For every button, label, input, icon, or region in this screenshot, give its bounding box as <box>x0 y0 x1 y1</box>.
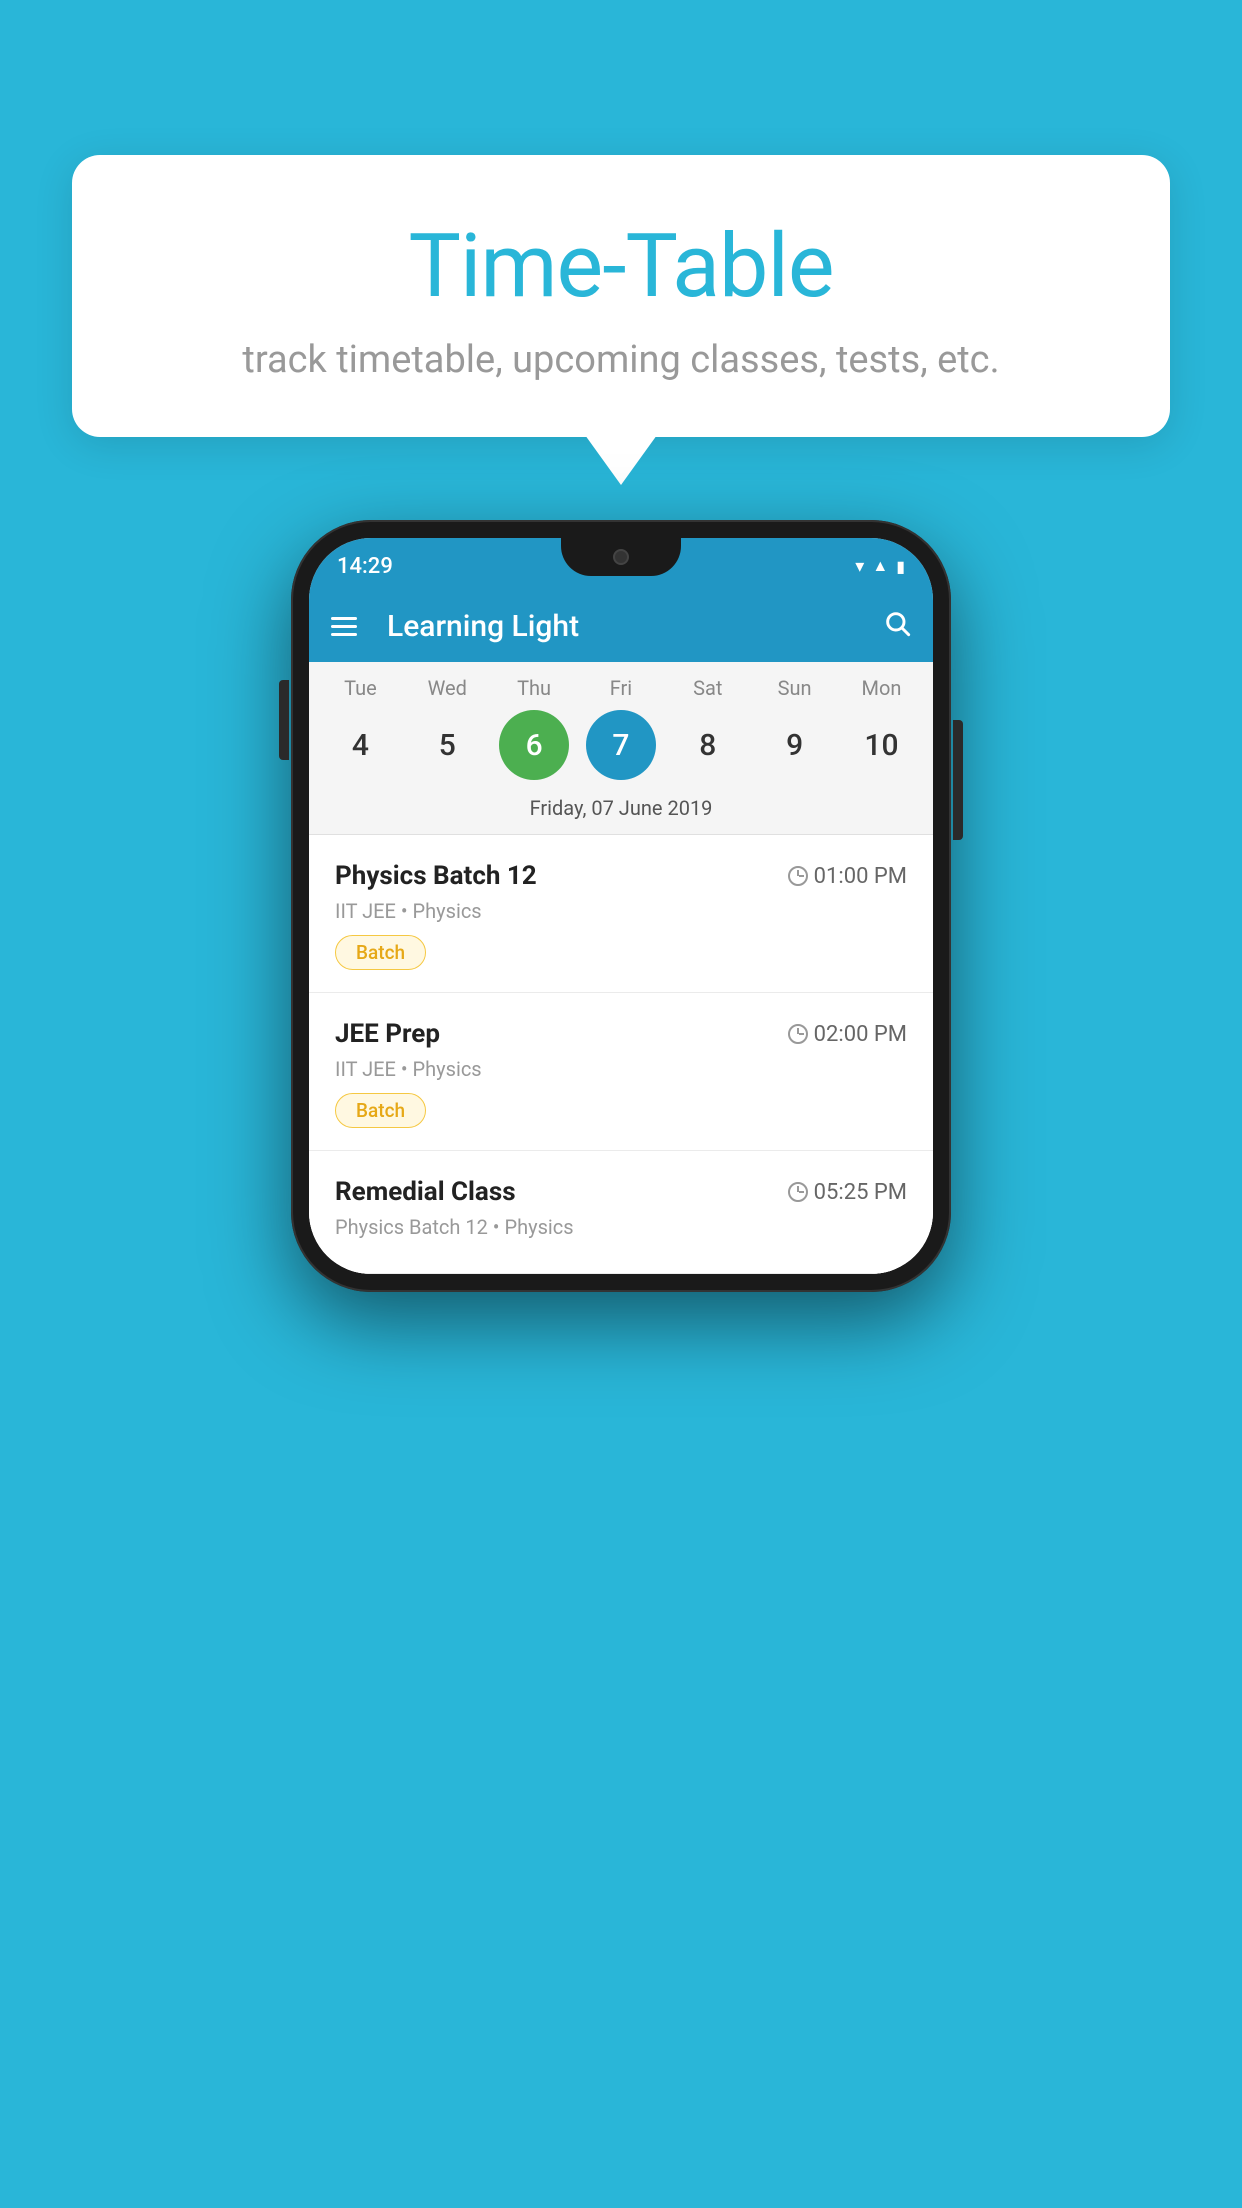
tooltip-card: Time-Table track timetable, upcoming cla… <box>72 155 1170 437</box>
clock-icon-2 <box>788 1024 808 1044</box>
status-time: 14:29 <box>337 554 393 579</box>
class-time-text-2: 02:00 PM <box>814 1022 907 1047</box>
class-name-1: Physics Batch 12 <box>335 861 537 891</box>
class-item-1-header: Physics Batch 12 01:00 PM <box>335 861 907 891</box>
clock-icon-3 <box>788 1182 808 1202</box>
status-icons: ▾ ▲ ▮ <box>855 556 905 577</box>
day-sun: Sun <box>760 676 830 700</box>
phone-screen: 14:29 ▾ ▲ ▮ Learning Light <box>309 538 933 1274</box>
class-list: Physics Batch 12 01:00 PM IIT JEE • Phys… <box>309 835 933 1274</box>
class-time-2: 02:00 PM <box>788 1022 907 1047</box>
day-sat: Sat <box>673 676 743 700</box>
date-6-today[interactable]: 6 <box>499 710 569 780</box>
day-wed: Wed <box>412 676 482 700</box>
class-name-3: Remedial Class <box>335 1177 516 1207</box>
class-name-2: JEE Prep <box>335 1019 440 1049</box>
class-item-1[interactable]: Physics Batch 12 01:00 PM IIT JEE • Phys… <box>309 835 933 993</box>
battery-icon: ▮ <box>896 557 905 576</box>
app-title: Learning Light <box>387 609 883 644</box>
class-item-3-header: Remedial Class 05:25 PM <box>335 1177 907 1207</box>
batch-tag-1: Batch <box>335 935 426 970</box>
calendar-days-header: Tue Wed Thu Fri Sat Sun Mon <box>309 662 933 706</box>
phone-notch <box>561 538 681 576</box>
class-item-2-header: JEE Prep 02:00 PM <box>335 1019 907 1049</box>
class-time-3: 05:25 PM <box>788 1180 907 1205</box>
clock-icon-1 <box>788 866 808 886</box>
signal-icon: ▲ <box>872 556 888 576</box>
class-item-2[interactable]: JEE Prep 02:00 PM IIT JEE • Physics Batc… <box>309 993 933 1151</box>
class-meta-1: IIT JEE • Physics <box>335 899 907 923</box>
class-meta-3: Physics Batch 12 • Physics <box>335 1215 907 1239</box>
calendar-dates: 4 5 6 7 8 9 10 <box>309 706 933 790</box>
day-mon: Mon <box>846 676 916 700</box>
date-9[interactable]: 9 <box>760 710 830 780</box>
calendar-section: Tue Wed Thu Fri Sat Sun Mon 4 5 6 7 8 9 … <box>309 662 933 835</box>
date-4[interactable]: 4 <box>325 710 395 780</box>
search-button[interactable] <box>883 609 911 644</box>
batch-tag-2: Batch <box>335 1093 426 1128</box>
date-8[interactable]: 8 <box>673 710 743 780</box>
date-5[interactable]: 5 <box>412 710 482 780</box>
day-tue: Tue <box>325 676 395 700</box>
class-time-1: 01:00 PM <box>788 864 907 889</box>
class-meta-2: IIT JEE • Physics <box>335 1057 907 1081</box>
selected-date-label: Friday, 07 June 2019 <box>309 790 933 834</box>
day-fri: Fri <box>586 676 656 700</box>
tooltip-subtitle: track timetable, upcoming classes, tests… <box>142 338 1100 382</box>
menu-icon[interactable] <box>331 617 357 636</box>
wifi-icon: ▾ <box>855 556 864 577</box>
tooltip-title: Time-Table <box>142 215 1100 318</box>
class-time-text-3: 05:25 PM <box>814 1180 907 1205</box>
date-7-selected[interactable]: 7 <box>586 710 656 780</box>
date-10[interactable]: 10 <box>846 710 916 780</box>
class-time-text-1: 01:00 PM <box>814 864 907 889</box>
phone-mockup: 14:29 ▾ ▲ ▮ Learning Light <box>291 520 951 1292</box>
app-header: Learning Light <box>309 590 933 662</box>
class-item-3[interactable]: Remedial Class 05:25 PM Physics Batch 12… <box>309 1151 933 1274</box>
phone-frame: 14:29 ▾ ▲ ▮ Learning Light <box>291 520 951 1292</box>
camera-dot <box>613 549 629 565</box>
day-thu: Thu <box>499 676 569 700</box>
